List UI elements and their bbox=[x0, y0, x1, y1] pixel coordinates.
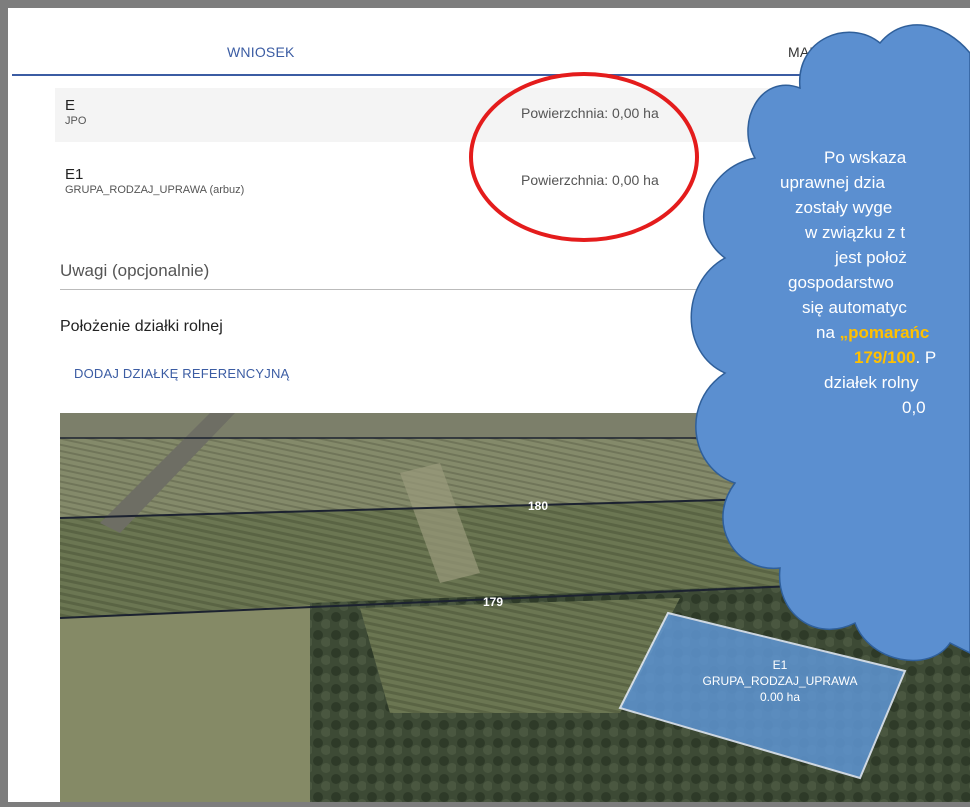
callout-line: 0,0 bbox=[902, 398, 926, 417]
location-section-title: Położenie działki rolnej bbox=[60, 318, 223, 335]
item-subtitle: JPO bbox=[65, 115, 87, 127]
callout-cloud: Po wskaza uprawnej dzia zostały wyge w z… bbox=[665, 13, 970, 802]
callout-line: 179/100. P bbox=[768, 345, 968, 370]
callout-line: w związku z t bbox=[805, 223, 906, 242]
item-code: E1 bbox=[65, 166, 84, 183]
item-subtitle: GRUPA_RODZAJ_UPRAWA (arbuz) bbox=[65, 184, 245, 196]
callout-line: jest położ bbox=[835, 248, 907, 267]
item-code: E bbox=[65, 97, 76, 114]
add-reference-parcel-button[interactable]: DODAJ DZIAŁKĘ REFERENCYJNĄ bbox=[74, 366, 289, 381]
callout-highlight: 179/100 bbox=[854, 348, 916, 367]
parcel-label: 179 bbox=[483, 595, 504, 609]
callout-highlight: „pomarańc bbox=[839, 323, 930, 342]
parcel-label: 180 bbox=[528, 499, 549, 513]
callout-line: Po wskaza bbox=[824, 148, 907, 167]
callout-line: działek rolny bbox=[824, 373, 919, 392]
callout-text-segment: na bbox=[816, 323, 840, 342]
tab-wniosek[interactable]: WNIOSEK bbox=[227, 44, 295, 60]
callout-line: gospodarstwo bbox=[788, 273, 894, 292]
callout-line: się automatyc bbox=[802, 298, 907, 317]
callout-text-segment: . P bbox=[915, 348, 937, 367]
callout-line: uprawnej dzia bbox=[780, 173, 885, 192]
notes-field[interactable]: Uwagi (opcjonalnie) bbox=[60, 261, 209, 281]
callout-text: Po wskaza uprawnej dzia zostały wyge w z… bbox=[768, 145, 968, 420]
callout-line: zostały wyge bbox=[795, 198, 893, 217]
callout-line: na „pomarańc bbox=[768, 320, 968, 345]
